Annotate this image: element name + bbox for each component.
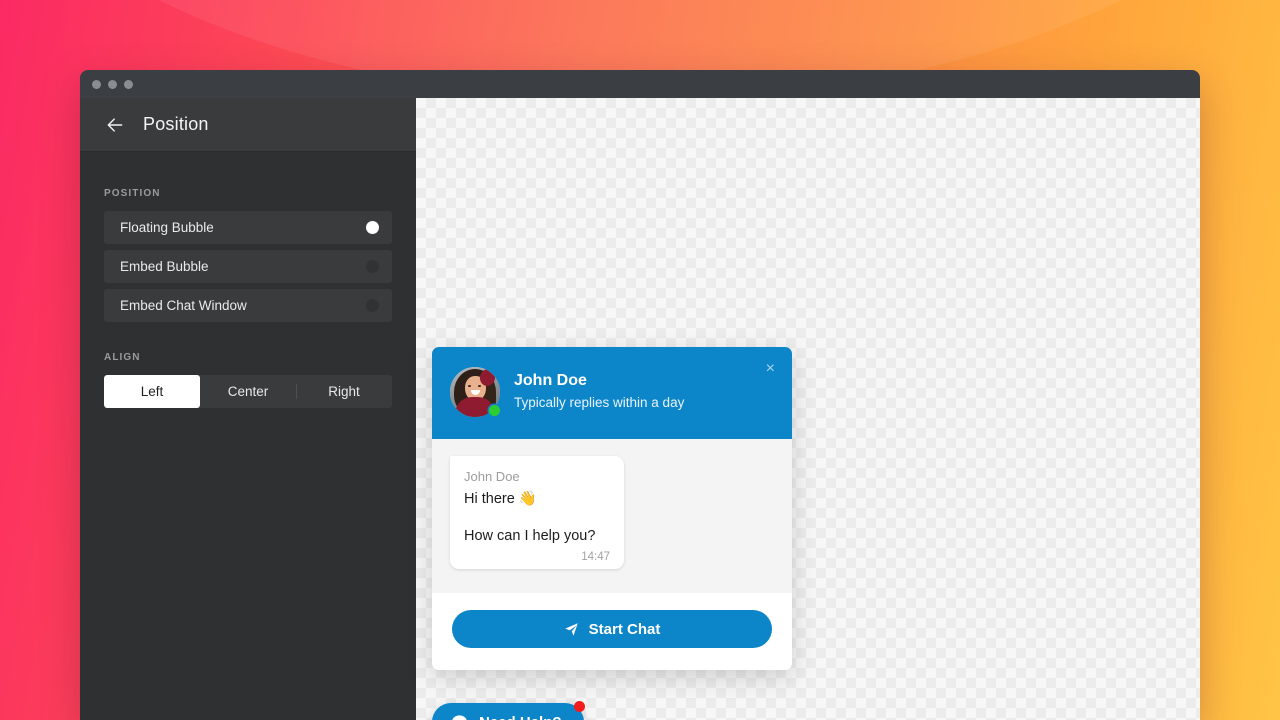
message-bubble: John Doe Hi there 👋 How can I help you? …: [450, 456, 624, 570]
window-close-dot[interactable]: [92, 79, 101, 89]
chat-widget-header: John Doe Typically replies within a day …: [432, 347, 792, 439]
position-option-embed-bubble[interactable]: Embed Bubble: [104, 250, 392, 283]
chat-bubble-icon: [450, 713, 469, 720]
align-group-label: ALIGN: [104, 352, 141, 363]
message-line-1: Hi there 👋: [464, 491, 537, 508]
agent-name: John Doe: [514, 372, 587, 390]
online-status-dot: [489, 405, 500, 416]
start-chat-label: Start Chat: [588, 620, 661, 638]
option-label: Embed Bubble: [120, 259, 209, 274]
window-maximize-dot[interactable]: [124, 79, 133, 89]
widget-preview-canvas: John Doe Typically replies within a day …: [416, 98, 1200, 720]
agent-status-text: Typically replies within a day: [514, 395, 685, 411]
sidebar-content: POSITION Floating Bubble Embed Bubble Em…: [80, 152, 416, 408]
message-timestamp: 14:47: [581, 551, 610, 564]
window-minimize-dot[interactable]: [108, 79, 117, 89]
window-titlebar: [80, 70, 1200, 98]
radio-icon[interactable]: [366, 260, 379, 273]
arrow-left-icon[interactable]: [104, 114, 126, 136]
align-group: ALIGN Left Center Right: [104, 352, 392, 408]
chat-widget-card: John Doe Typically replies within a day …: [432, 347, 792, 671]
radio-icon-selected[interactable]: [366, 221, 379, 234]
page-title: Position: [143, 114, 209, 134]
position-option-floating-bubble[interactable]: Floating Bubble: [104, 211, 392, 244]
chat-messages-area: John Doe Hi there 👋 How can I help you? …: [432, 439, 792, 594]
align-segmented-control: Left Center Right: [104, 375, 392, 408]
start-chat-button[interactable]: Start Chat: [452, 610, 772, 649]
radio-icon[interactable]: [366, 299, 379, 312]
send-paper-plane-icon: [564, 622, 579, 637]
agent-info: John Doe Typically replies within a day: [514, 371, 684, 412]
align-option-left[interactable]: Left: [104, 375, 200, 408]
message-line-2: How can I help you?: [464, 527, 596, 544]
align-option-center[interactable]: Center: [200, 375, 296, 408]
app-window: Position POSITION Floating Bubble Embed …: [80, 70, 1200, 720]
settings-sidebar: Position POSITION Floating Bubble Embed …: [80, 98, 416, 720]
close-icon[interactable]: ×: [762, 357, 779, 381]
sidebar-header: Position: [80, 98, 416, 152]
align-option-right[interactable]: Right: [296, 375, 392, 408]
option-label: Floating Bubble: [120, 220, 214, 235]
position-group-label: POSITION: [104, 188, 161, 199]
position-option-embed-chat-window[interactable]: Embed Chat Window: [104, 289, 392, 322]
launcher-label: Need Help?: [479, 714, 562, 720]
window-body: Position POSITION Floating Bubble Embed …: [80, 98, 1200, 720]
launcher-need-help-button[interactable]: Need Help?: [432, 701, 585, 720]
option-label: Embed Chat Window: [120, 298, 247, 313]
message-sender: John Doe: [464, 469, 520, 484]
chat-widget-footer: Start Chat: [432, 593, 792, 671]
avatar: [450, 367, 500, 417]
unread-badge: [573, 701, 585, 712]
